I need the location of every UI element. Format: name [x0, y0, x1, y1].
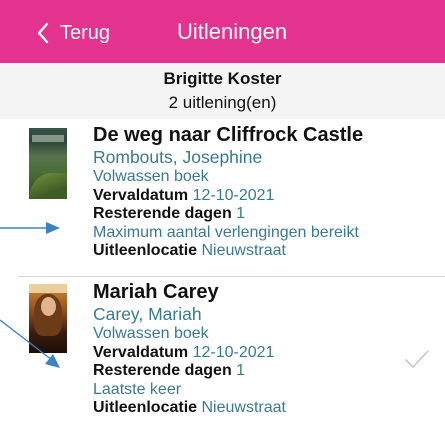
loan-count: 2 uitlening(en) — [168, 93, 277, 112]
book-author: Carey, Mariah — [93, 304, 202, 324]
loan-details: De weg naar Cliffrock Castle Rombouts, J… — [93, 124, 363, 261]
loan-item[interactable]: De weg naar Cliffrock Castle Rombouts, J… — [0, 120, 445, 277]
loan-item[interactable]: Mariah Carey Carey, Mariah Volwassen boe… — [0, 277, 445, 426]
renewal-note: Maximum aantal verlengingen bereikt — [93, 223, 359, 241]
days-remaining-label: Resterende dagen — [93, 362, 232, 379]
days-remaining-label: Resterende dagen — [93, 205, 232, 222]
chevron-left-icon — [37, 22, 49, 44]
book-title: De weg naar Cliffrock Castle — [93, 124, 364, 146]
days-remaining-value: 1 — [236, 362, 246, 379]
nav-bar: Terug Uitleningen — [0, 0, 445, 63]
due-date-label: Vervaldatum — [93, 186, 189, 204]
page-title: Uitleningen — [177, 19, 288, 44]
book-author: Rombouts, Josephine — [93, 147, 263, 167]
location-label: Uitleenlocatie — [93, 242, 198, 259]
patron-header: Brigitte Koster 2 uitlening(en) — [0, 63, 445, 119]
loan-details: Mariah Carey Carey, Mariah Volwassen boe… — [93, 281, 286, 418]
patron-name: Brigitte Koster — [163, 69, 282, 88]
location-row: Uitleenlocatie Nieuwstraat — [93, 399, 286, 418]
location-value: Nieuwstraat — [201, 399, 286, 416]
days-remaining-row: Resterende dagen 1 — [93, 205, 363, 224]
due-date-row: Vervaldatum 12-10-2021 — [93, 187, 363, 206]
location-label: Uitleenlocatie — [93, 399, 198, 416]
location-row: Uitleenlocatie Nieuwstraat — [93, 242, 363, 261]
back-button-label: Terug — [60, 21, 111, 44]
due-date-label: Vervaldatum — [93, 343, 189, 361]
days-remaining-value: 1 — [236, 205, 246, 222]
location-value: Nieuwstraat — [201, 242, 286, 259]
book-category: Volwassen boek — [93, 325, 209, 342]
days-remaining-row: Resterende dagen 1 — [93, 362, 286, 381]
due-date-value: 12-10-2021 — [192, 186, 275, 204]
book-cover-image — [29, 128, 67, 199]
renewal-note: Laatste keer — [93, 380, 182, 398]
book-title: Mariah Carey — [93, 281, 219, 303]
book-category: Volwassen boek — [93, 168, 209, 185]
checkmark-icon — [405, 350, 429, 368]
book-cover-image — [29, 284, 67, 353]
due-date-row: Vervaldatum 12-10-2021 — [93, 344, 286, 363]
due-date-value: 12-10-2021 — [192, 343, 275, 361]
back-button[interactable]: Terug — [36, 19, 110, 47]
